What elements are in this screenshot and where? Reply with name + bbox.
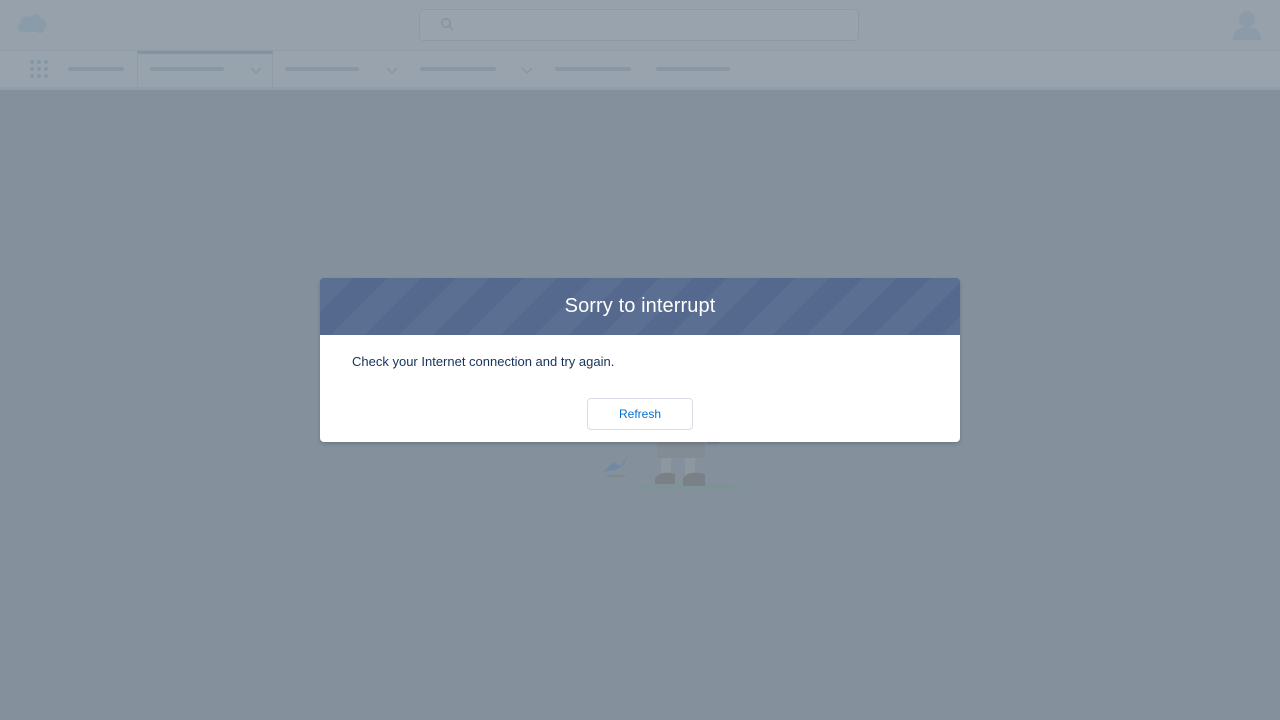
error-dialog: Sorry to interrupt Check your Internet c… (320, 278, 960, 442)
dialog-body: Check your Internet connection and try a… (320, 335, 960, 442)
dialog-title: Sorry to interrupt (564, 295, 716, 317)
refresh-button[interactable]: Refresh (587, 398, 693, 430)
dialog-header: Sorry to interrupt (320, 278, 960, 335)
dialog-message: Check your Internet connection and try a… (352, 354, 615, 369)
